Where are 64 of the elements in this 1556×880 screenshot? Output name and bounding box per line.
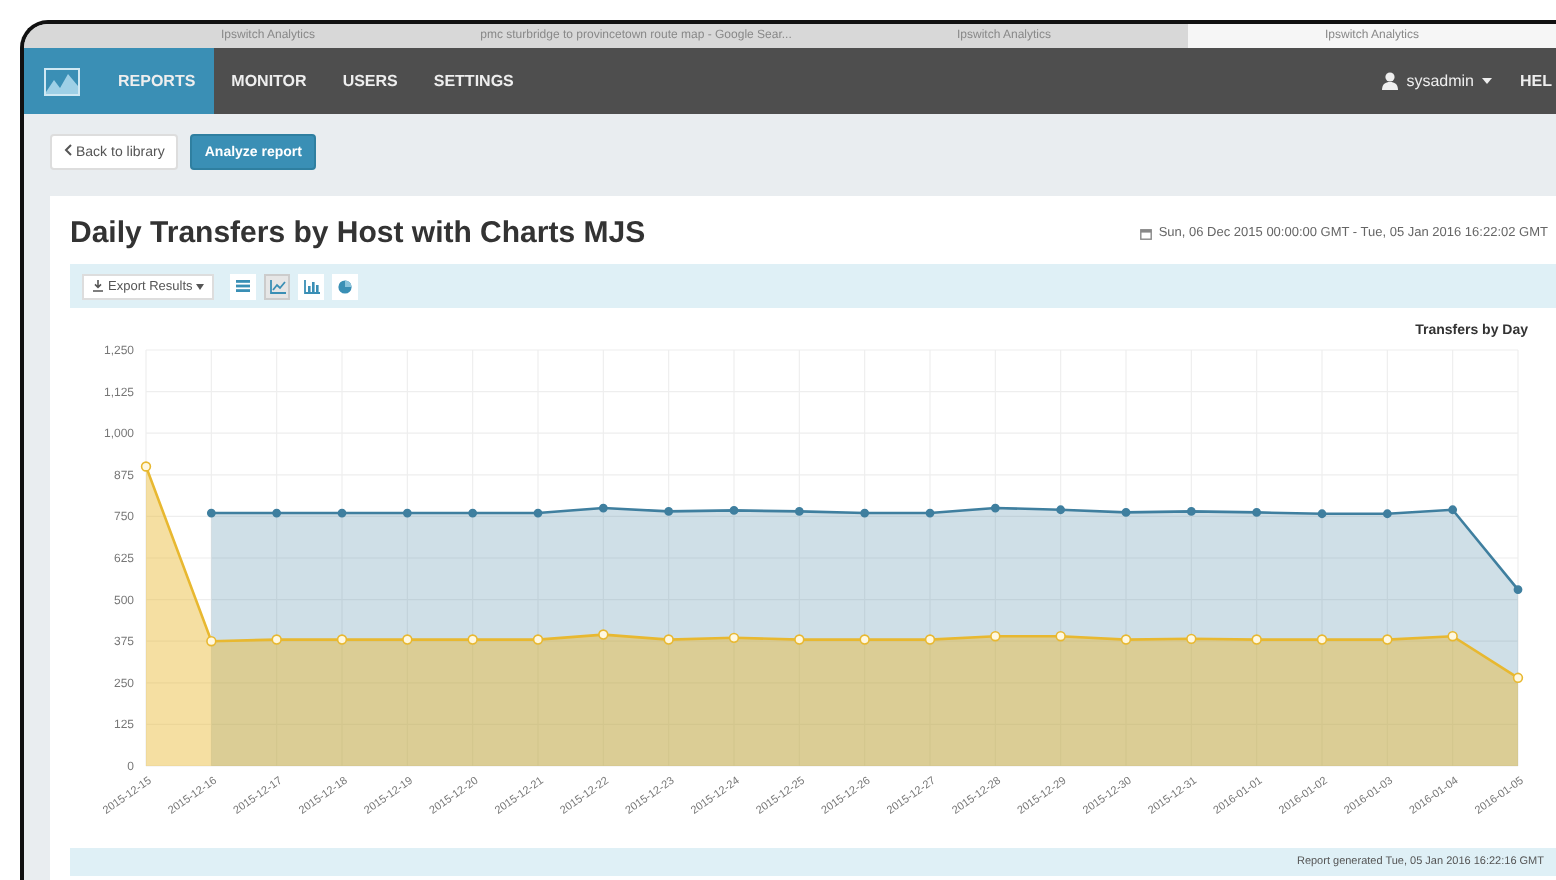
data-point (1186, 507, 1196, 516)
data-point (1120, 634, 1132, 645)
data-point (468, 508, 478, 518)
data-point (1513, 585, 1523, 594)
line-chart-icon (269, 279, 286, 293)
data-point (598, 503, 608, 513)
data-point (402, 508, 412, 518)
data-point (859, 634, 870, 645)
logo-icon[interactable] (24, 48, 100, 114)
data-point (925, 508, 935, 518)
data-point (663, 634, 674, 645)
data-point (794, 507, 804, 516)
nav-tab[interactable]: USERS (324, 48, 416, 114)
caret-icon (1482, 78, 1492, 84)
user-icon (1382, 72, 1399, 90)
data-point (337, 508, 347, 518)
data-point (140, 461, 152, 472)
data-point (533, 508, 543, 518)
data-point (206, 508, 216, 518)
data-point (1382, 634, 1393, 645)
data-point (1055, 631, 1066, 642)
data-point (1512, 672, 1524, 683)
nav-tab[interactable]: SETTINGS (415, 48, 532, 114)
data-point (1447, 631, 1458, 642)
download-icon (92, 280, 104, 292)
data-point (1316, 634, 1328, 645)
list-icon (236, 280, 251, 292)
data-point (924, 634, 936, 645)
calendar-icon (1140, 227, 1153, 239)
data-point (272, 508, 282, 518)
view-toggle[interactable] (332, 273, 359, 299)
view-toggle[interactable] (298, 273, 325, 299)
data-point (729, 506, 739, 515)
data-point (206, 636, 217, 647)
data-point (664, 507, 674, 516)
help-menu[interactable]: HEL (1520, 72, 1552, 90)
data-point (990, 503, 1000, 513)
data-point (402, 634, 413, 645)
data-point (598, 629, 609, 640)
data-point (1186, 633, 1197, 645)
data-point (271, 634, 282, 645)
user-menu[interactable]: sysadmin (1406, 72, 1474, 90)
data-point (336, 634, 348, 645)
pie-chart-icon (338, 279, 353, 293)
view-toggle[interactable] (230, 273, 257, 299)
chevron-left-icon (64, 144, 72, 156)
data-point (532, 634, 544, 645)
caret-icon (196, 283, 205, 289)
view-toggle[interactable] (264, 273, 291, 299)
data-point (728, 632, 740, 644)
data-point (1448, 505, 1458, 515)
report-title: Daily Transfers by Host with Charts MJS (70, 216, 646, 250)
data-point (860, 508, 870, 518)
bar-chart-icon (303, 279, 320, 293)
data-point (794, 634, 805, 645)
data-point (1382, 509, 1392, 519)
data-point (467, 634, 478, 645)
data-point (990, 631, 1001, 642)
data-point (1317, 509, 1327, 519)
data-point (1056, 505, 1066, 515)
data-point (1121, 508, 1131, 517)
data-point (1252, 508, 1262, 517)
nav-tab[interactable]: MONITOR (213, 48, 325, 114)
data-point (1251, 634, 1262, 645)
